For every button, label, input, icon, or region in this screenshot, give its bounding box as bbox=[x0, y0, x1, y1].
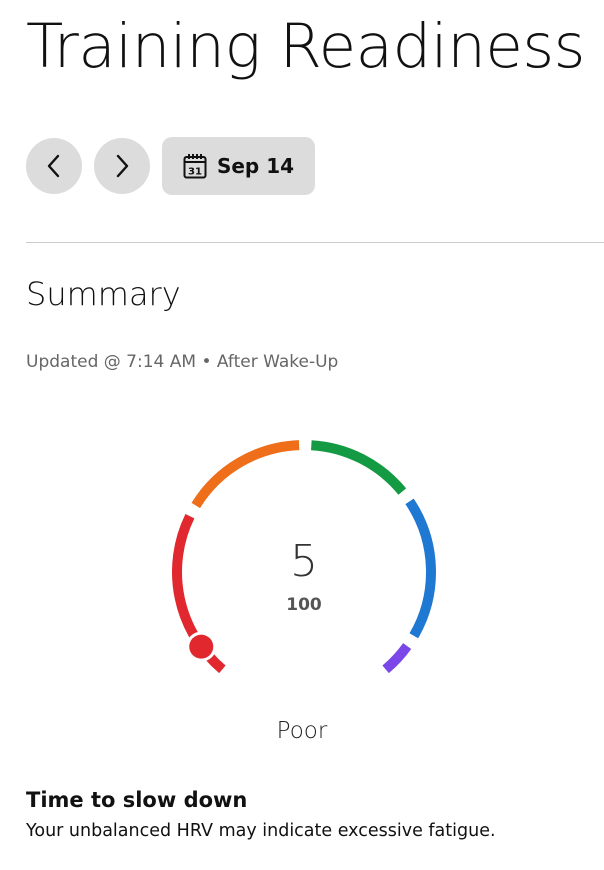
score-marker bbox=[189, 634, 214, 659]
chevron-left-icon bbox=[47, 154, 60, 178]
readiness-score: 5 bbox=[290, 536, 318, 587]
summary-heading: Summary bbox=[26, 275, 181, 313]
moderate-segment bbox=[310, 440, 407, 495]
page-title: Training Readiness bbox=[26, 11, 585, 82]
calendar-day-number: 31 bbox=[188, 167, 202, 178]
readiness-status: Poor bbox=[276, 718, 328, 744]
previous-day-button[interactable] bbox=[26, 138, 82, 194]
divider bbox=[26, 242, 604, 243]
advice-title: Time to slow down bbox=[26, 788, 248, 812]
advice-text: Your unbalanced HRV may indicate excessi… bbox=[26, 821, 496, 841]
updated-timestamp: Updated @ 7:14 AM • After Wake-Up bbox=[26, 352, 339, 372]
calendar-icon: 31 bbox=[183, 153, 207, 179]
next-day-button[interactable] bbox=[94, 138, 150, 194]
readiness-gauge: 5 100 bbox=[164, 436, 444, 706]
prime-segment bbox=[382, 643, 412, 674]
chevron-right-icon bbox=[116, 154, 129, 178]
low-segment bbox=[191, 440, 300, 509]
date-picker-button[interactable]: 31 Sep 14 bbox=[162, 137, 315, 195]
selected-date: Sep 14 bbox=[216, 154, 295, 178]
date-navigation: 31 Sep 14 bbox=[26, 137, 315, 195]
readiness-max: 100 bbox=[286, 595, 322, 615]
